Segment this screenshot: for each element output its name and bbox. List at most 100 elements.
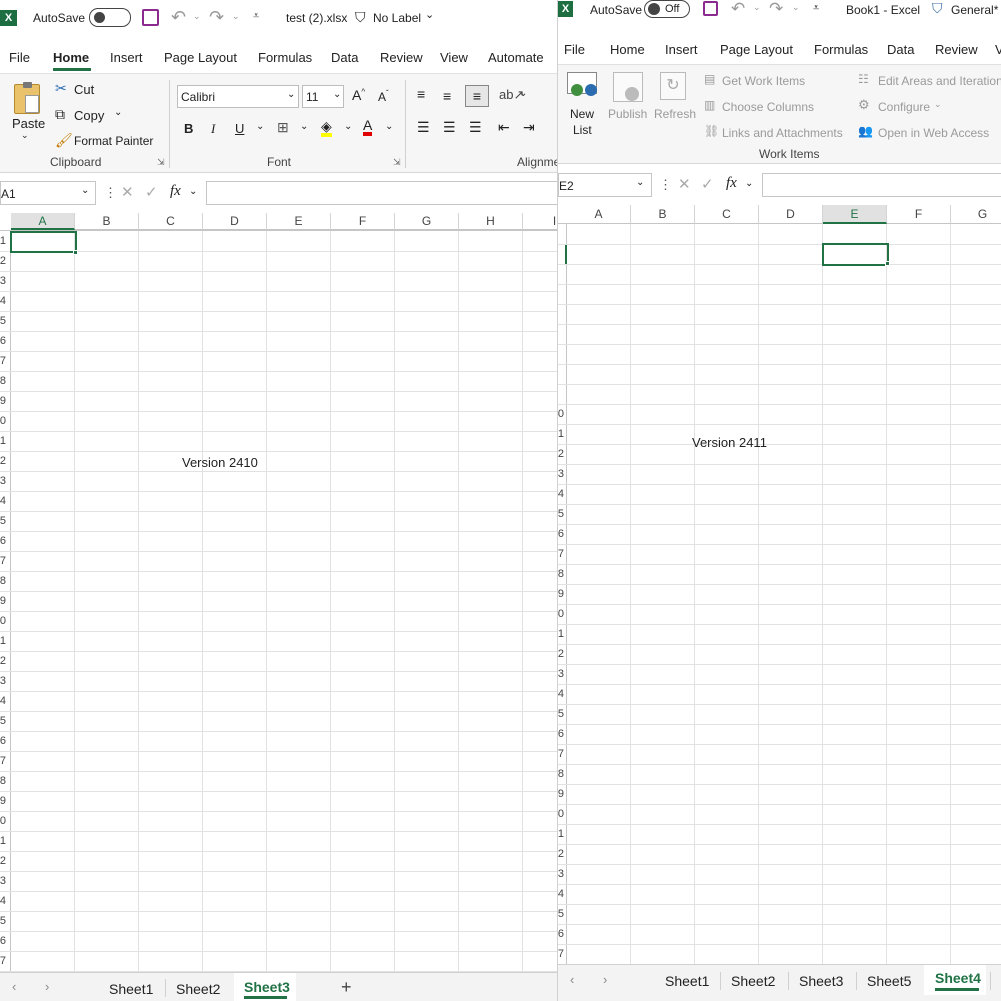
column-header-b[interactable]: B <box>75 213 139 230</box>
customize-qat-icon[interactable]: ⩡ <box>253 11 259 22</box>
save-icon[interactable] <box>142 9 159 26</box>
menu-insert[interactable]: Insert <box>110 50 143 65</box>
fill-color-dropdown-icon[interactable]: ⌄ <box>344 122 352 132</box>
row-header[interactable]: 1 <box>0 835 6 847</box>
formula-input[interactable] <box>206 181 557 205</box>
row-header[interactable]: 3 <box>0 475 6 487</box>
row-header[interactable]: 6 <box>558 928 564 940</box>
sheet-tab-sheet1[interactable]: Sheet1 <box>109 981 153 997</box>
row-header[interactable]: 7 <box>558 548 564 560</box>
links-attachments-button[interactable]: Links and Attachments <box>722 126 843 140</box>
row-header[interactable]: 2 <box>0 655 6 667</box>
row-header[interactable]: 8 <box>558 568 564 580</box>
format-painter-button[interactable]: Format Painter <box>74 134 153 148</box>
get-work-items-icon[interactable]: ▤ <box>704 73 715 85</box>
column-header-i[interactable]: I <box>523 213 557 230</box>
row-header[interactable]: 8 <box>0 375 6 387</box>
refresh-icon[interactable]: ↻ <box>660 72 686 100</box>
name-box[interactable]: A1 ⌄ <box>0 181 96 205</box>
row-header[interactable]: 6 <box>0 935 6 947</box>
row-header[interactable]: 2 <box>0 255 6 267</box>
column-header-e[interactable]: E <box>823 205 887 224</box>
insert-function-icon[interactable]: fx <box>726 176 737 191</box>
publish-button[interactable]: Publish <box>608 107 647 121</box>
open-web-icon[interactable]: 👥 <box>858 125 873 137</box>
autosave-toggle[interactable]: Off <box>644 0 690 18</box>
row-header[interactable]: 0 <box>0 815 6 827</box>
get-work-items-button[interactable]: Get Work Items <box>722 74 805 88</box>
row-header[interactable]: 5 <box>558 508 564 520</box>
row-header[interactable]: 6 <box>0 735 6 747</box>
cut-icon[interactable]: ✂ <box>55 81 67 95</box>
paste-dropdown-icon[interactable]: ⌄ <box>21 131 29 140</box>
row-header[interactable]: 2 <box>558 848 564 860</box>
row-header[interactable]: 1 <box>0 435 6 447</box>
fill-handle[interactable] <box>73 250 78 255</box>
column-header-f[interactable]: F <box>887 205 951 224</box>
row-header[interactable]: 9 <box>558 588 564 600</box>
menu-home[interactable]: Home <box>53 50 89 65</box>
publish-icon[interactable] <box>613 72 643 102</box>
row-header[interactable]: 3 <box>0 275 6 287</box>
edit-areas-button[interactable]: Edit Areas and Iterations <box>878 74 1001 88</box>
row-header[interactable]: 7 <box>0 355 6 367</box>
menu-review[interactable]: Review <box>380 50 423 65</box>
fill-handle[interactable] <box>885 261 890 266</box>
align-middle-icon[interactable]: ≡ <box>443 89 451 103</box>
align-center-icon[interactable]: ☰ <box>443 120 456 134</box>
row-header[interactable]: 8 <box>0 775 6 787</box>
align-right-icon[interactable]: ☰ <box>469 120 482 134</box>
row-header[interactable]: 1 <box>558 428 564 440</box>
column-header-d[interactable]: D <box>759 205 823 224</box>
paste-button[interactable]: Paste <box>12 116 45 131</box>
menu-page-layout[interactable]: Page Layout <box>720 42 793 57</box>
selected-cell-a1[interactable] <box>10 231 77 253</box>
row-header[interactable]: 6 <box>558 528 564 540</box>
redo-icon[interactable]: ↷ <box>769 0 783 17</box>
row-header[interactable]: 3 <box>0 675 6 687</box>
customize-qat-icon[interactable]: ⩡ <box>813 3 819 14</box>
configure-button[interactable]: Configure <box>878 100 930 114</box>
redo-dropdown-icon[interactable]: ⌄ <box>232 12 240 21</box>
menu-review[interactable]: Review <box>935 42 978 57</box>
menu-file[interactable]: File <box>564 42 585 57</box>
row-header[interactable]: 1 <box>558 628 564 640</box>
row-header[interactable]: 6 <box>0 335 6 347</box>
row-header[interactable]: 5 <box>0 715 6 727</box>
row-header[interactable]: 4 <box>558 888 564 900</box>
row-header[interactable]: 1 <box>558 828 564 840</box>
increase-indent-icon[interactable]: ⇥ <box>523 120 535 134</box>
sensitivity-shield-icon[interactable]: ⛉ <box>932 1 943 15</box>
sensitivity-label-text[interactable]: No Label <box>373 11 421 25</box>
row-header[interactable]: 0 <box>558 808 564 820</box>
sensitivity-label-text[interactable]: General* <box>951 3 998 17</box>
choose-columns-icon[interactable]: ▥ <box>704 99 715 111</box>
column-header-c[interactable]: C <box>695 205 759 224</box>
row-header[interactable]: 9 <box>0 795 6 807</box>
undo-dropdown-icon[interactable]: ⌄ <box>193 12 201 21</box>
menu-file[interactable]: File <box>9 50 30 65</box>
formula-input[interactable] <box>762 173 1001 197</box>
menu-page-layout[interactable]: Page Layout <box>164 50 237 65</box>
align-top-icon[interactable]: ≡ <box>417 87 425 101</box>
sheet-tab-sheet5[interactable]: Sheet5 <box>867 973 911 989</box>
sheet-tab-sheet2[interactable]: Sheet2 <box>176 981 220 997</box>
confirm-entry-icon[interactable]: ✓ <box>145 185 158 200</box>
decrease-font-icon[interactable]: Aˇ <box>378 90 389 104</box>
column-header-a[interactable]: A <box>567 205 631 224</box>
undo-dropdown-icon[interactable]: ⌄ <box>753 3 761 12</box>
confirm-entry-icon[interactable]: ✓ <box>701 177 714 192</box>
underline-button[interactable]: U <box>235 121 244 136</box>
decrease-indent-icon[interactable]: ⇤ <box>498 120 510 134</box>
row-header[interactable]: 0 <box>0 415 6 427</box>
row-header[interactable]: 1 <box>0 235 6 247</box>
cut-button[interactable]: Cut <box>74 82 94 97</box>
column-header-d[interactable]: D <box>203 213 267 230</box>
align-bottom-icon[interactable]: ≡ <box>465 85 489 107</box>
row-header[interactable]: 3 <box>558 868 564 880</box>
font-size-select[interactable]: 11 ⌄ <box>302 85 344 108</box>
row-header[interactable]: 6 <box>558 728 564 740</box>
row-header[interactable]: 5 <box>558 708 564 720</box>
menu-home[interactable]: Home <box>610 42 645 57</box>
links-attachments-icon[interactable]: ⛓ <box>704 125 719 137</box>
